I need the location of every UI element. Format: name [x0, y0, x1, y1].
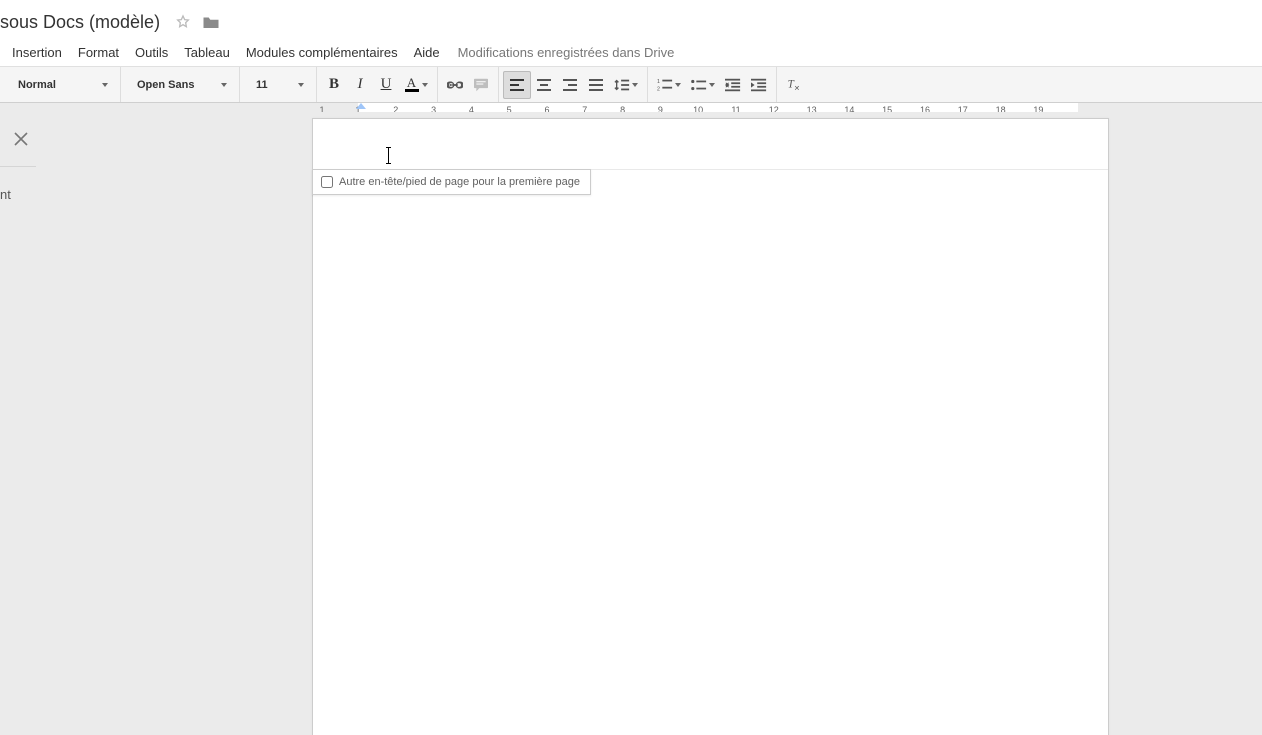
clear-group: T✕	[777, 67, 811, 102]
numbered-list-button[interactable]: 12	[652, 72, 686, 98]
save-status: Modifications enregistrées dans Drive	[448, 41, 685, 64]
menu-tableau[interactable]: Tableau	[176, 41, 238, 64]
insert-comment-button[interactable]	[468, 72, 494, 98]
chevron-down-icon	[675, 83, 681, 87]
list-group: 12	[648, 67, 777, 102]
star-icon[interactable]	[174, 13, 192, 31]
menu-bar: Insertion Format Outils Tableau Modules …	[0, 38, 1262, 66]
align-center-button[interactable]	[531, 72, 557, 98]
workspace: nt Autre en-tête/pied de page pour la pr…	[0, 112, 1262, 735]
menu-modules[interactable]: Modules complémentaires	[238, 41, 406, 64]
text-format-group: B I U A	[317, 67, 438, 102]
folder-icon[interactable]	[202, 13, 220, 31]
outline-sidebar: nt	[0, 120, 40, 202]
sidebar-fragment-text: nt	[0, 187, 30, 202]
toolbar: Normal Open Sans 11 B I U A	[0, 66, 1262, 103]
document-page[interactable]: Autre en-tête/pied de page pour la premi…	[312, 118, 1109, 735]
font-size-select[interactable]: 11	[244, 72, 312, 98]
title-bar: sous Docs (modèle)	[0, 6, 1262, 38]
paragraph-style-value: Normal	[18, 79, 56, 91]
bulleted-list-button[interactable]	[686, 72, 720, 98]
menu-outils[interactable]: Outils	[127, 41, 176, 64]
font-select[interactable]: Open Sans	[125, 72, 235, 98]
chevron-down-icon	[709, 83, 715, 87]
align-justify-button[interactable]	[583, 72, 609, 98]
underline-button[interactable]: U	[373, 72, 399, 98]
doc-title[interactable]: sous Docs (modèle)	[0, 12, 160, 33]
insert-link-button[interactable]	[442, 72, 468, 98]
align-left-button[interactable]	[503, 71, 531, 99]
paragraph-style-group: Normal	[0, 67, 121, 102]
menu-format[interactable]: Format	[70, 41, 127, 64]
chevron-down-icon	[102, 83, 108, 87]
align-group	[499, 67, 648, 102]
bold-button[interactable]: B	[321, 72, 347, 98]
first-line-indent-marker[interactable]	[356, 103, 366, 109]
different-first-page-label: Autre en-tête/pied de page pour la premi…	[339, 176, 580, 188]
italic-button[interactable]: I	[347, 72, 373, 98]
text-caret	[388, 147, 389, 164]
text-color-button[interactable]: A	[399, 72, 433, 98]
line-spacing-button[interactable]	[609, 72, 643, 98]
insert-group	[438, 67, 499, 102]
font-value: Open Sans	[137, 79, 194, 91]
paragraph-style-select[interactable]: Normal	[6, 72, 116, 98]
increase-indent-button[interactable]	[746, 72, 772, 98]
font-size-group: 11	[240, 67, 317, 102]
different-first-page-option[interactable]: Autre en-tête/pied de page pour la premi…	[312, 169, 591, 195]
menu-insertion[interactable]: Insertion	[4, 41, 70, 64]
decrease-indent-button[interactable]	[720, 72, 746, 98]
different-first-page-checkbox[interactable]	[321, 176, 333, 188]
close-icon[interactable]	[14, 132, 34, 152]
svg-text:2: 2	[657, 86, 660, 92]
align-right-button[interactable]	[557, 72, 583, 98]
font-group: Open Sans	[121, 67, 240, 102]
page-header-area[interactable]	[313, 119, 1108, 170]
svg-text:1: 1	[657, 79, 660, 85]
separator	[0, 166, 36, 167]
svg-text:✕: ✕	[794, 83, 800, 92]
menu-aide[interactable]: Aide	[406, 41, 448, 64]
chevron-down-icon	[632, 83, 638, 87]
chevron-down-icon	[221, 83, 227, 87]
font-size-value: 11	[256, 79, 268, 91]
chevron-down-icon	[422, 83, 428, 87]
clear-formatting-button[interactable]: T✕	[781, 72, 807, 98]
chevron-down-icon	[298, 83, 304, 87]
